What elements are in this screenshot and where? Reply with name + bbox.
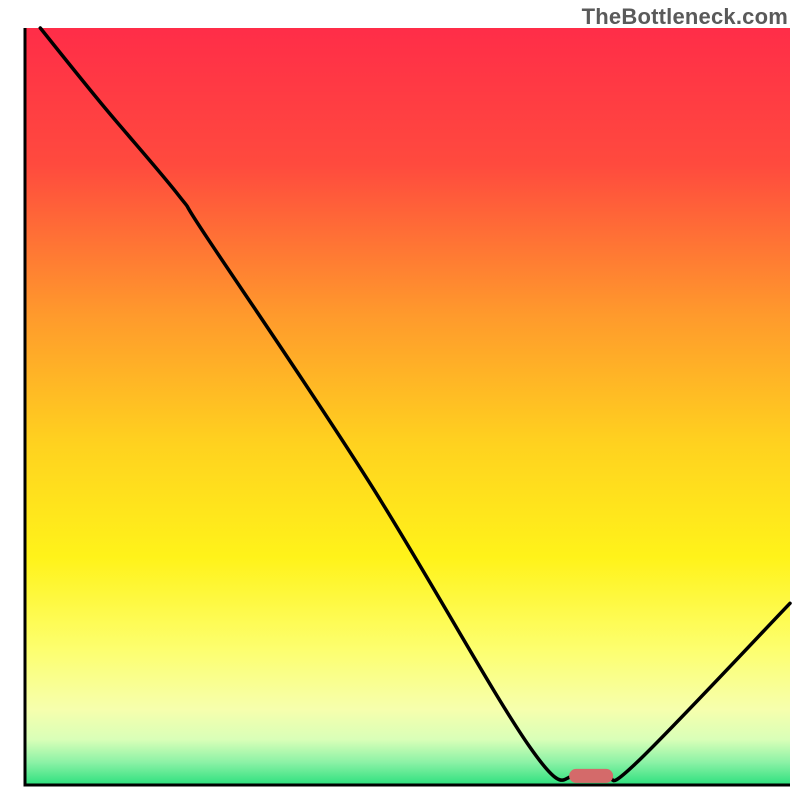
watermark-text: TheBottleneck.com xyxy=(582,4,788,30)
plot-background xyxy=(25,28,790,785)
bottleneck-chart xyxy=(0,0,800,800)
chart-container: TheBottleneck.com xyxy=(0,0,800,800)
optimal-marker xyxy=(569,769,613,783)
